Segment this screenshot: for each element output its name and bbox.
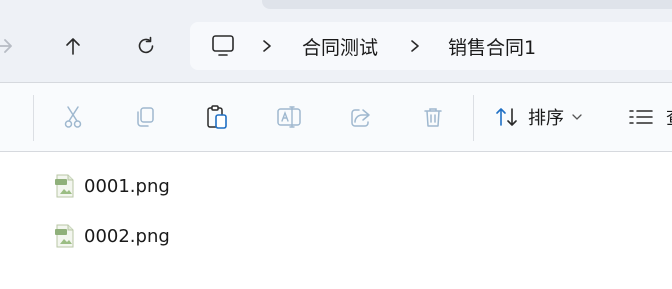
delete-button[interactable]: [415, 99, 451, 135]
trash-icon: [424, 108, 442, 127]
share-button[interactable]: [343, 99, 379, 135]
rename-button[interactable]: [271, 99, 307, 135]
sort-icon: [496, 108, 517, 126]
forward-arrow-icon: [0, 39, 12, 53]
clipboard-icon: [207, 105, 227, 129]
chevron-down-icon: [572, 114, 582, 120]
refresh-button[interactable]: [128, 28, 164, 64]
tab-strip: [262, 0, 672, 9]
file-list: 0001.png 0002.png: [0, 152, 672, 289]
sort-label: 排序: [528, 108, 564, 129]
cut-button[interactable]: [55, 99, 91, 135]
file-item[interactable]: 0001.png: [54, 171, 170, 201]
png-file-icon: [55, 174, 74, 198]
file-name: 0001.png: [84, 175, 170, 197]
rename-icon: [277, 106, 301, 128]
copy-icon: [137, 107, 154, 127]
toolbar-separator: [473, 95, 474, 141]
chevron-right-icon[interactable]: [408, 22, 422, 70]
up-button[interactable]: [55, 28, 91, 64]
paste-button[interactable]: [199, 99, 235, 135]
address-bar[interactable]: 合同测试 销售合同1: [190, 22, 672, 70]
share-icon: [351, 109, 370, 127]
toolbar-separator: [33, 95, 34, 141]
scissors-icon: [64, 106, 82, 128]
new-dropdown-button[interactable]: [0, 99, 12, 135]
breadcrumb-item[interactable]: 合同测试: [302, 22, 378, 70]
navigation-bar: 合同测试 销售合同1: [0, 10, 672, 82]
png-file-icon: [55, 224, 74, 248]
up-arrow-icon: [66, 38, 80, 55]
this-pc-icon[interactable]: [210, 34, 236, 58]
view-button[interactable]: 查: [628, 99, 672, 135]
copy-button[interactable]: [127, 99, 163, 135]
file-name: 0002.png: [84, 225, 170, 247]
command-bar: 排序 查: [0, 83, 672, 151]
breadcrumb-item[interactable]: 销售合同1: [448, 22, 536, 70]
sort-button[interactable]: 排序: [494, 99, 584, 135]
view-label: 查: [666, 104, 672, 130]
refresh-icon: [138, 36, 154, 54]
chevron-right-icon[interactable]: [260, 22, 274, 70]
forward-button[interactable]: [0, 28, 22, 64]
list-view-icon: [629, 110, 653, 124]
file-item[interactable]: 0002.png: [54, 221, 170, 251]
chevron-down-icon: [0, 110, 1, 124]
